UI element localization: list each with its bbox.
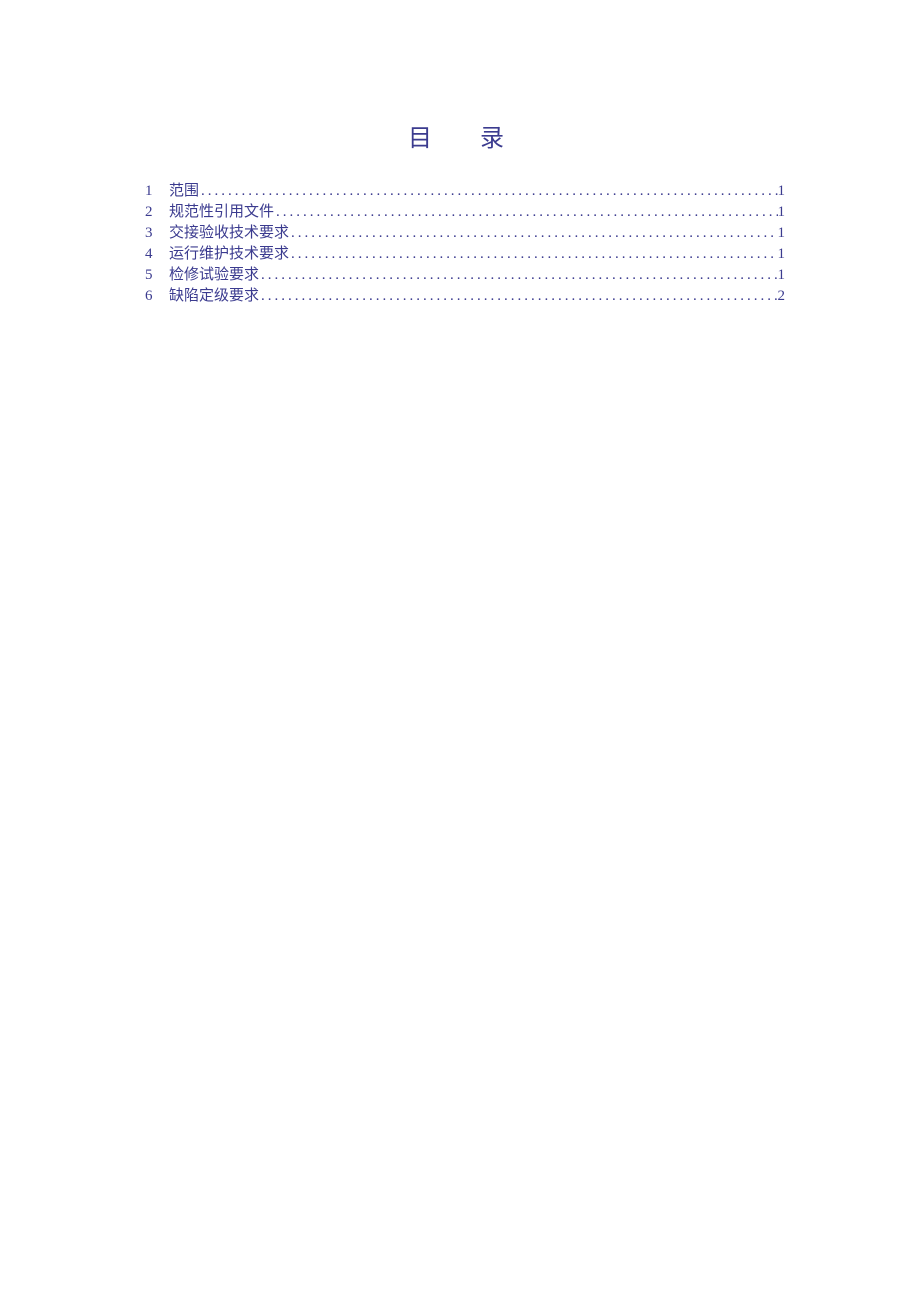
toc-item: 1 范围 1 <box>145 181 785 202</box>
toc-entry-label: 缺陷定级要求 <box>169 286 259 307</box>
toc-leader-dots <box>259 286 777 307</box>
page-content: 目录 1 范围 1 2 规范性引用文件 1 3 交接验收技术要求 1 4 运行维… <box>0 0 920 307</box>
toc-item: 2 规范性引用文件 1 <box>145 202 785 223</box>
toc-leader-dots <box>289 244 777 265</box>
toc-entry-label: 规范性引用文件 <box>169 202 274 223</box>
toc-entry-page: 1 <box>778 181 786 202</box>
toc-entry-label: 运行维护技术要求 <box>169 244 289 265</box>
toc-entry-label: 范围 <box>169 181 199 202</box>
toc-entry-label: 交接验收技术要求 <box>169 223 289 244</box>
toc-item: 3 交接验收技术要求 1 <box>145 223 785 244</box>
toc-entry-number: 5 <box>145 265 169 286</box>
toc-entry-number: 3 <box>145 223 169 244</box>
toc-list: 1 范围 1 2 规范性引用文件 1 3 交接验收技术要求 1 4 运行维护技术… <box>145 181 785 307</box>
toc-item: 6 缺陷定级要求 2 <box>145 286 785 307</box>
toc-entry-page: 2 <box>778 286 786 307</box>
toc-entry-number: 2 <box>145 202 169 223</box>
toc-item: 4 运行维护技术要求 1 <box>145 244 785 265</box>
toc-entry-page: 1 <box>778 265 786 286</box>
toc-entry-number: 4 <box>145 244 169 265</box>
toc-entry-page: 1 <box>778 244 786 265</box>
toc-leader-dots <box>259 265 777 286</box>
toc-entry-page: 1 <box>778 202 786 223</box>
toc-item: 5 检修试验要求 1 <box>145 265 785 286</box>
toc-leader-dots <box>274 202 777 223</box>
toc-entry-page: 1 <box>778 223 786 244</box>
toc-leader-dots <box>199 181 777 202</box>
toc-title: 目录 <box>145 118 785 153</box>
toc-entry-number: 6 <box>145 286 169 307</box>
toc-entry-number: 1 <box>145 181 169 202</box>
toc-entry-label: 检修试验要求 <box>169 265 259 286</box>
toc-leader-dots <box>289 223 777 244</box>
